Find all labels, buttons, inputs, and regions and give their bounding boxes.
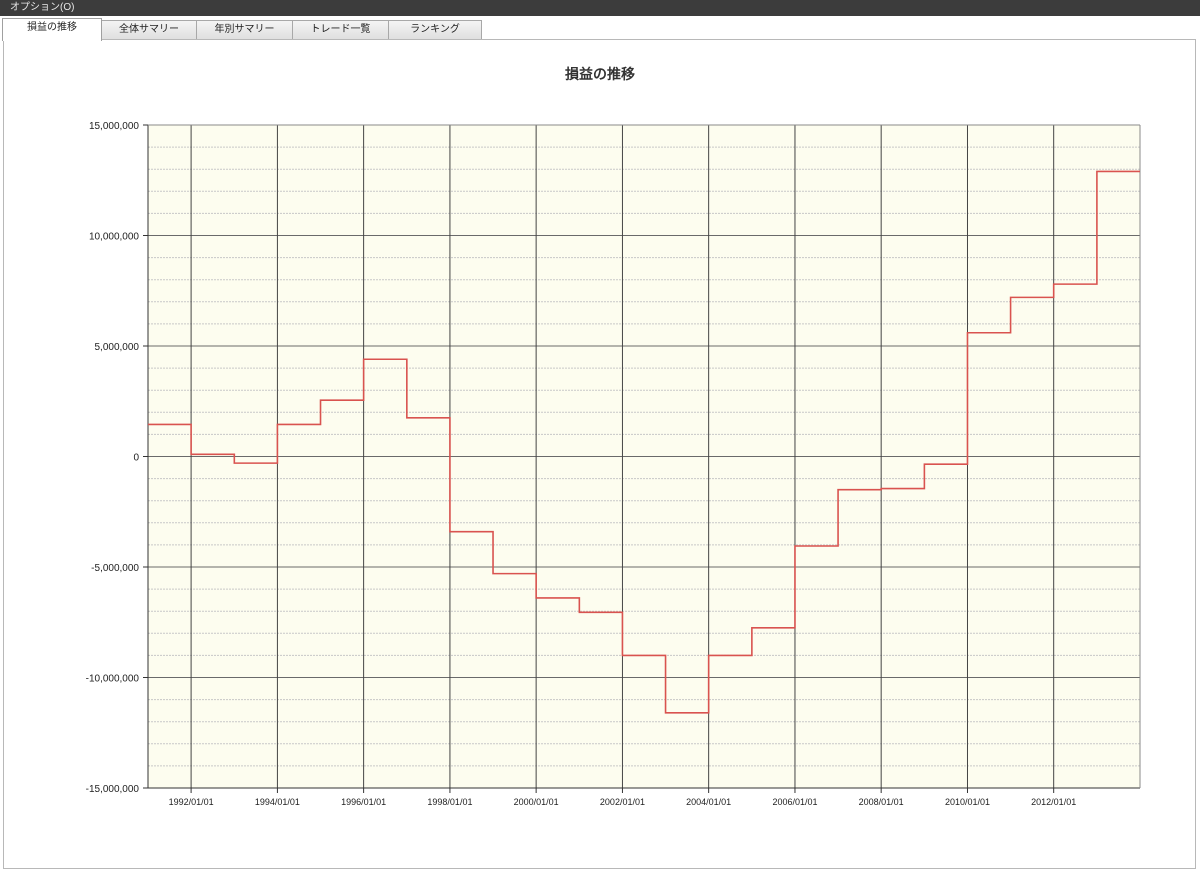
x-tick-label: 2012/01/01 — [1031, 797, 1076, 807]
x-tick-label: 1998/01/01 — [427, 797, 472, 807]
x-tick-label: 1996/01/01 — [341, 797, 386, 807]
y-tick-label: 10,000,000 — [89, 232, 139, 243]
y-tick-label: 0 — [133, 453, 139, 464]
y-tick-label: -15,000,000 — [86, 784, 140, 795]
x-tick-label: 2008/01/01 — [859, 797, 904, 807]
chart-title: 損益の推移 — [565, 66, 635, 82]
y-tick-label: -10,000,000 — [86, 674, 140, 685]
x-tick-label: 2000/01/01 — [514, 797, 559, 807]
x-tick-label: 2004/01/01 — [686, 797, 731, 807]
x-tick-label: 1992/01/01 — [169, 797, 214, 807]
y-tick-label: -5,000,000 — [91, 563, 139, 574]
tab-pnl-trend[interactable]: 損益の推移 — [2, 18, 102, 41]
x-tick-label: 1994/01/01 — [255, 797, 300, 807]
y-tick-label: 15,000,000 — [89, 121, 139, 132]
x-tick-label: 2002/01/01 — [600, 797, 645, 807]
x-tick-label: 2010/01/01 — [945, 797, 990, 807]
y-tick-label: 5,000,000 — [95, 342, 140, 353]
pnl-chart: 損益の推移 15,000,000 10,000,000 5,000,000 0 -5,0… — [86, 66, 1141, 807]
x-tick-label: 2006/01/01 — [772, 797, 817, 807]
